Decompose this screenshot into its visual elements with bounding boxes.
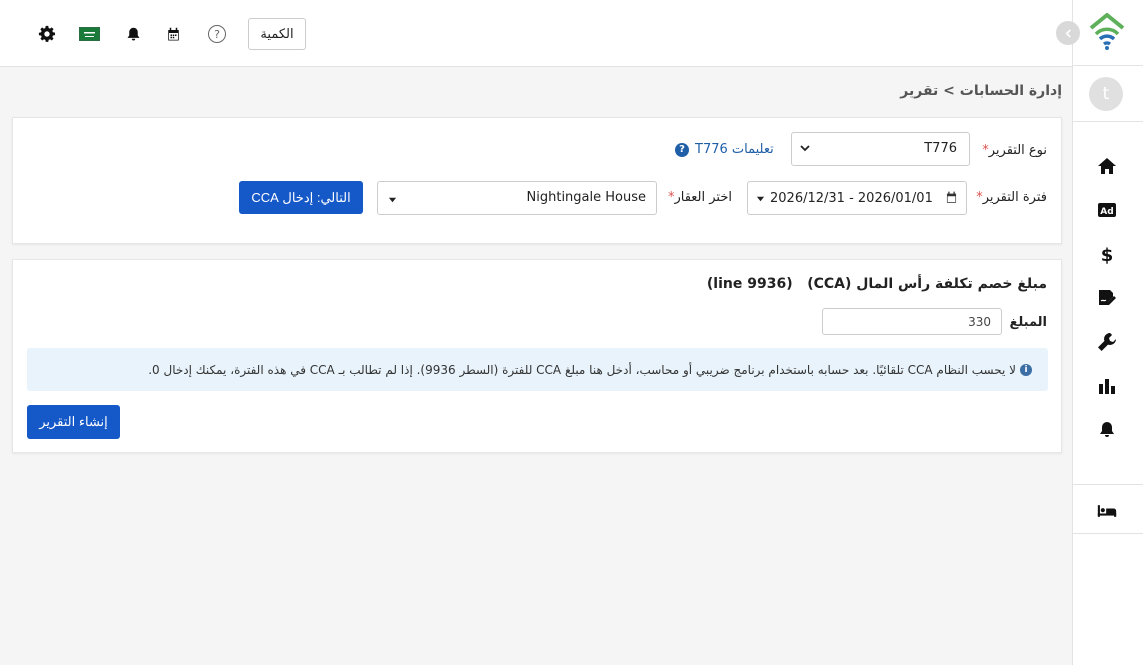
instructions-link-text: تعليمات T776 xyxy=(695,142,774,157)
calendar-icon[interactable] xyxy=(163,24,183,44)
chevron-left-icon xyxy=(1065,28,1071,38)
caret-down-icon xyxy=(756,192,765,207)
breadcrumb: إدارة الحسابات > تقرير xyxy=(900,83,1062,99)
notifications-bell-icon[interactable] xyxy=(123,24,143,44)
sidebar-divider xyxy=(1072,121,1143,122)
bed-icon[interactable] xyxy=(1095,500,1119,522)
sidebar-collapse-button[interactable] xyxy=(1056,21,1080,45)
amount-label: المبلغ xyxy=(1009,315,1047,330)
dollar-icon[interactable]: $ xyxy=(1096,243,1118,265)
app-logo-icon[interactable] xyxy=(1087,12,1127,52)
property-label-text: اختر العقار xyxy=(674,190,732,205)
svg-text:Ad: Ad xyxy=(1100,207,1113,217)
create-report-button[interactable]: إنشاء التقرير xyxy=(27,405,120,439)
property-select[interactable]: Nightingale House xyxy=(377,181,657,215)
report-type-label: نوع التقرير* xyxy=(979,143,1047,158)
info-text: لا يحسب النظام CCA تلقائيًا. بعد حسابه ب… xyxy=(148,362,1016,377)
saudi-flag-icon[interactable] xyxy=(79,24,100,44)
instructions-link[interactable]: تعليمات T776 ? xyxy=(675,142,774,157)
sidebar-divider xyxy=(1072,533,1143,534)
help-icon[interactable]: ? xyxy=(207,24,227,44)
amount-value: 330 xyxy=(968,314,991,329)
home-icon[interactable] xyxy=(1096,155,1118,177)
settings-gear-icon[interactable] xyxy=(37,24,57,44)
chevron-down-icon xyxy=(800,142,810,157)
report-type-value: T776 xyxy=(924,141,957,156)
bell-icon[interactable] xyxy=(1096,419,1118,441)
period-label: فترة التقرير* xyxy=(973,190,1047,205)
question-circle-icon: ? xyxy=(675,142,689,157)
period-label-text: فترة التقرير xyxy=(982,190,1047,205)
caret-down-icon xyxy=(388,193,397,208)
cca-section-title: مبلغ خصم تكلفة رأس المال (CCA) (line 993… xyxy=(706,276,1047,292)
calendar-icon xyxy=(945,191,958,208)
period-value: 2026/01/01 - 2026/12/31 xyxy=(770,191,933,206)
quantity-button[interactable]: الكمية xyxy=(248,18,306,50)
next-enter-cca-button[interactable]: التالي: إدخال CCA xyxy=(239,181,363,214)
chart-icon[interactable] xyxy=(1096,375,1118,397)
report-form-card: نوع التقرير* T776 تعليمات T776 ? فترة ال… xyxy=(12,117,1062,244)
help-glyph: ? xyxy=(208,25,226,43)
period-picker[interactable]: 2026/01/01 - 2026/12/31 xyxy=(747,181,967,215)
report-type-select[interactable]: T776 xyxy=(791,132,970,166)
signature-icon[interactable] xyxy=(1096,287,1118,309)
user-avatar[interactable]: t xyxy=(1089,77,1123,111)
wrench-icon[interactable] xyxy=(1096,331,1118,353)
property-label: اختر العقار* xyxy=(665,190,732,205)
info-circle-icon: i xyxy=(1020,363,1032,376)
sidebar-divider xyxy=(1072,484,1143,485)
info-alert: i لا يحسب النظام CCA تلقائيًا. بعد حسابه… xyxy=(27,348,1048,391)
ad-icon[interactable]: Ad xyxy=(1096,199,1118,221)
right-sidebar: t Ad $ xyxy=(1072,0,1143,665)
sidebar-divider xyxy=(1072,65,1143,66)
top-header: ? الكمية xyxy=(0,0,1072,67)
amount-input[interactable]: 330 xyxy=(822,308,1002,335)
property-value: Nightingale House xyxy=(526,190,646,205)
cca-card: مبلغ خصم تكلفة رأس المال (CCA) (line 993… xyxy=(12,259,1062,453)
svg-text:$: $ xyxy=(1101,245,1114,264)
report-type-label-text: نوع التقرير xyxy=(988,143,1047,158)
